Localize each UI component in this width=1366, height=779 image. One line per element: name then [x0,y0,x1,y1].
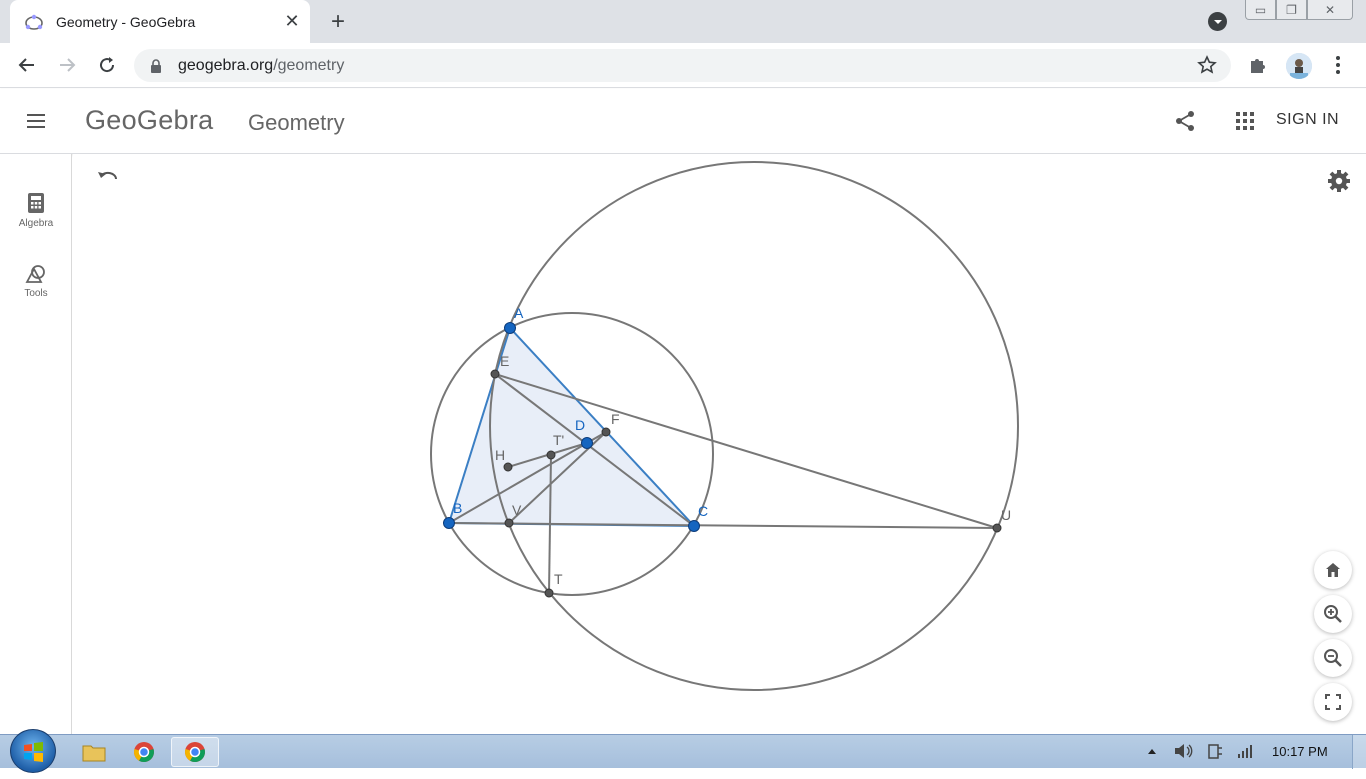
new-tab-button[interactable]: + [324,8,352,36]
network-signal-icon[interactable] [1234,741,1256,761]
app-grid-icon[interactable] [1233,109,1257,133]
volume-icon[interactable] [1172,741,1194,761]
home-icon [1326,563,1340,577]
geogebra-favicon-icon [25,14,43,30]
forward-arrow-icon[interactable] [53,51,81,79]
calculator-icon [28,193,44,213]
sidebar-item-tools[interactable]: Tools [0,264,72,299]
app-header: GeoGebra Geometry SIGN IN [0,89,1366,154]
point-b[interactable] [443,517,455,529]
tab-search-icon[interactable] [1208,12,1227,31]
sidebar-item-label: Tools [24,288,48,299]
point-a[interactable] [504,322,516,334]
browser-menu-icon[interactable] [1325,52,1351,78]
browser-tab-strip: Geometry - GeoGebra ✕ + ▭ ❐ ✕ [0,0,1366,43]
point-u[interactable] [992,523,1002,533]
point-t-prime[interactable] [546,450,556,460]
chrome-taskbar-icon[interactable] [120,737,168,767]
show-hidden-icons-icon[interactable] [1144,741,1160,761]
profile-avatar[interactable] [1286,53,1312,79]
hamburger-menu-icon[interactable] [24,109,48,133]
zoom-in-button[interactable] [1314,595,1352,633]
taskbar-clock[interactable]: 10:17 PM [1272,744,1328,759]
minimize-button[interactable]: ▭ [1245,0,1276,20]
standard-view-button[interactable] [1314,551,1352,589]
show-desktop-button[interactable] [1352,735,1366,769]
reload-icon[interactable] [93,51,121,79]
point-e[interactable] [490,369,500,379]
undo-icon[interactable] [96,166,120,190]
side-panel: Algebra Tools [0,154,72,734]
power-icon[interactable] [1204,741,1226,761]
file-explorer-taskbar-icon[interactable] [70,737,118,767]
app-title: Geometry [248,110,345,135]
bookmark-star-icon[interactable] [1197,55,1217,80]
share-icon[interactable] [1172,108,1198,134]
zoom-out-button[interactable] [1314,639,1352,677]
extensions-puzzle-icon[interactable] [1245,52,1271,78]
back-arrow-icon[interactable] [13,51,41,79]
fullscreen-icon [1325,694,1341,710]
point-v[interactable] [504,518,514,528]
address-bar[interactable]: geogebra.org/geometry [134,49,1231,82]
geogebra-logo[interactable]: GeoGebra [85,105,213,136]
start-button[interactable] [10,729,56,773]
point-d[interactable] [581,437,593,449]
browser-tab[interactable]: Geometry - GeoGebra ✕ [10,0,310,43]
point-f[interactable] [601,427,611,437]
shapes-icon [25,265,45,283]
lock-icon [151,58,161,73]
sign-in-button[interactable]: SIGN IN [1276,111,1339,129]
window-close-button[interactable]: ✕ [1307,0,1353,20]
windows-taskbar: 10:17 PM [0,729,1366,773]
sidebar-item-label: Algebra [18,218,54,229]
url-path: /geometry [273,56,345,74]
settings-gear-icon[interactable] [1326,168,1352,194]
chrome-active-taskbar-icon[interactable] [171,737,219,767]
sidebar-item-algebra[interactable]: Algebra [0,192,72,229]
tab-close-icon[interactable]: ✕ [280,10,304,34]
url-host: geogebra.org [178,56,274,74]
point-c[interactable] [688,520,700,532]
zoom-in-icon [1324,605,1342,623]
browser-toolbar: geogebra.org/geometry [0,43,1366,88]
point-h[interactable] [503,462,513,472]
restore-button[interactable]: ❐ [1276,0,1307,20]
tab-title: Geometry - GeoGebra [56,13,196,30]
point-t[interactable] [544,588,554,598]
window-controls: ▭ ❐ ✕ [1245,0,1366,22]
zoom-out-icon [1324,649,1342,667]
fullscreen-button[interactable] [1314,683,1352,721]
windows-logo-icon [24,742,43,762]
graphics-view[interactable] [73,154,1366,734]
